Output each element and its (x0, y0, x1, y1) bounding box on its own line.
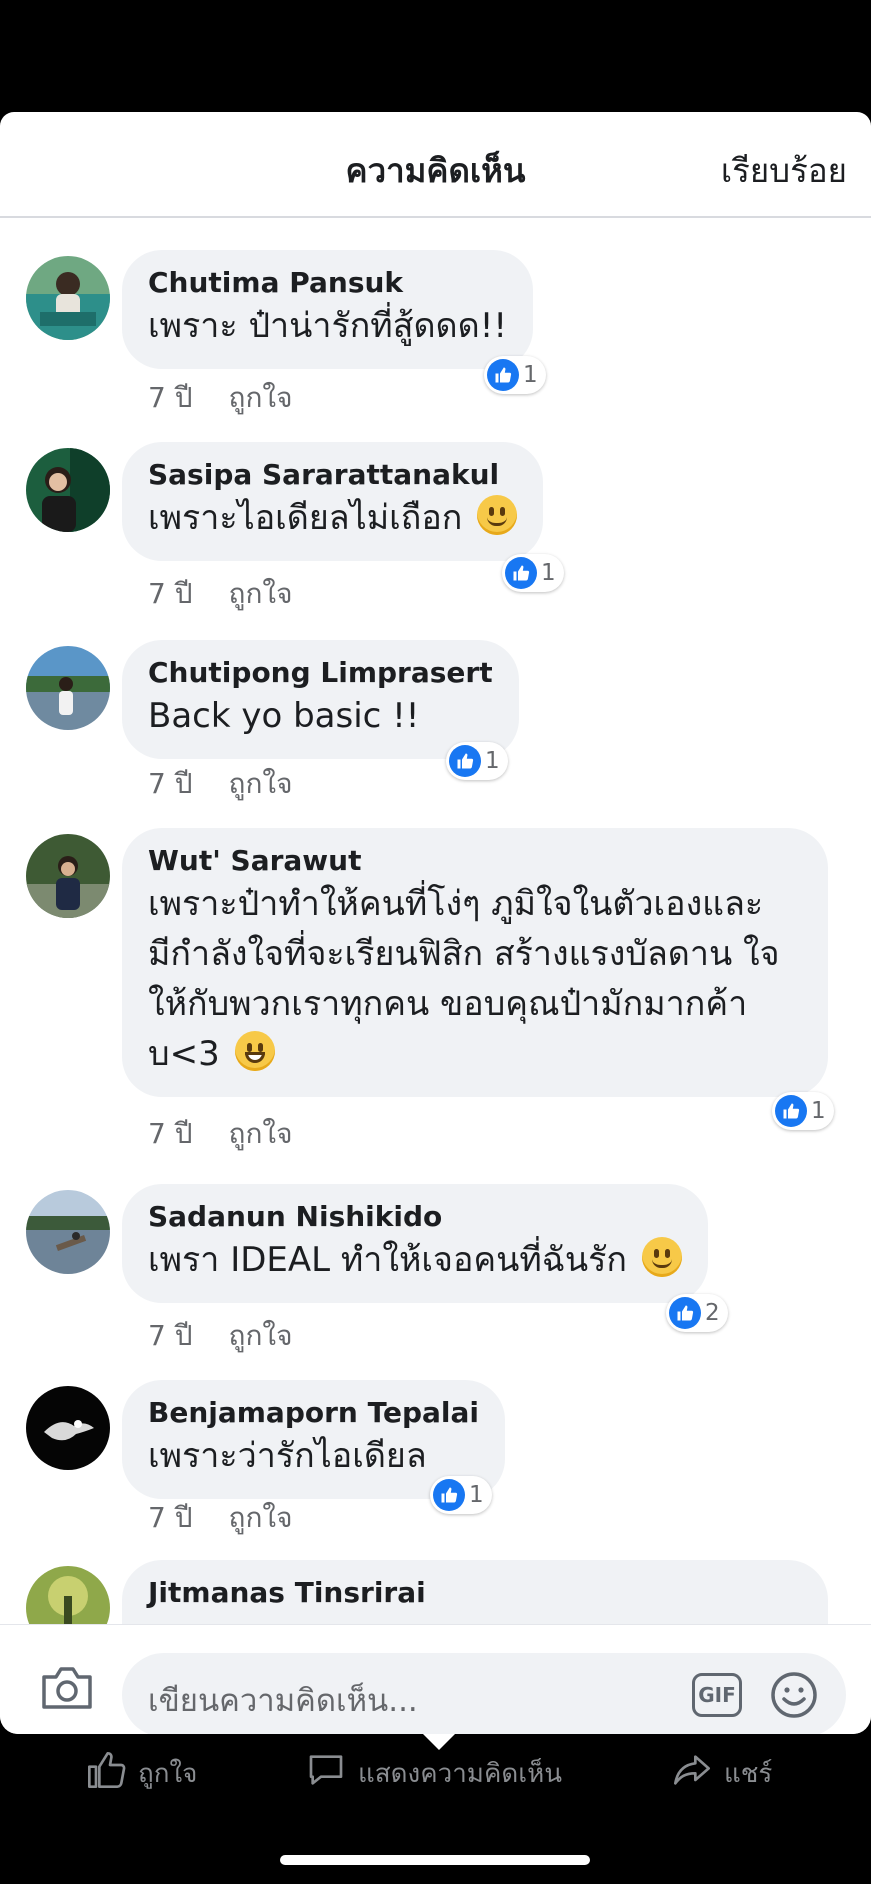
reaction-count-badge[interactable]: 1 (430, 1476, 492, 1514)
share-action-button[interactable]: แชร์ (672, 1750, 772, 1797)
share-arrow-icon (672, 1750, 712, 1797)
comment-timestamp: 7 ปี (148, 767, 193, 800)
comment-input[interactable]: เขียนความคิดเห็น... GIF (122, 1653, 846, 1734)
comment-like-link[interactable]: ถูกใจ (229, 1117, 293, 1150)
avatar[interactable] (26, 256, 110, 340)
comment-like-link[interactable]: ถูกใจ (229, 381, 293, 414)
comment-timestamp: 7 ปี (148, 1319, 193, 1352)
reaction-count-badge[interactable]: 1 (446, 742, 508, 780)
comment-text: เพราะว่ารักไอเดียล (148, 1436, 427, 1476)
thumbs-up-icon (449, 745, 481, 777)
comment-author[interactable]: Chutipong Limprasert (148, 656, 493, 689)
comment-like-link[interactable]: ถูกใจ (229, 1501, 293, 1534)
done-button[interactable]: เรียบร้อย (721, 144, 847, 197)
home-indicator[interactable] (280, 1855, 590, 1865)
comment-author[interactable]: Jitmanas Tinsrirai (148, 1576, 802, 1609)
comment-like-link[interactable]: ถูกใจ (229, 577, 293, 610)
comment-bubble[interactable]: Chutima Pansuk เพราะ ป๋าน่ารักที่สู้ดดด!… (122, 250, 533, 369)
comment-text: เพราะไอเดียลไม่เถือก (148, 493, 518, 543)
avatar[interactable] (26, 448, 110, 532)
thumbs-up-icon (669, 1297, 701, 1329)
comments-sheet: ความคิดเห็น เรียบร้อย Chutima Pansuk เพร… (0, 112, 871, 1734)
comment-author[interactable]: Benjamaporn Tepalai (148, 1396, 479, 1429)
comment-timestamp: 7 ปี (148, 577, 193, 610)
avatar[interactable] (26, 834, 110, 918)
thumbs-up-icon (433, 1479, 465, 1511)
slightly-smiling-face-icon (477, 495, 518, 535)
slightly-smiling-face-icon (641, 1237, 682, 1277)
comment-text: Back yo basic !! (148, 696, 420, 736)
avatar[interactable] (26, 1190, 110, 1274)
reaction-count-badge[interactable]: 1 (502, 554, 564, 592)
comment-author[interactable]: Sadanun Nishikido (148, 1200, 682, 1233)
comment-timestamp: 7 ปี (148, 1501, 193, 1534)
avatar[interactable] (26, 1386, 110, 1470)
gif-icon[interactable]: GIF (692, 1673, 742, 1717)
comment-text: เพรา IDEAL ทำให้เจอคนที่ฉันรัก (148, 1235, 682, 1285)
comment-meta: 7 ปี ถูกใจ (148, 1496, 292, 1540)
sheet-header: ความคิดเห็น เรียบร้อย (0, 112, 871, 218)
comment-bubble-icon (306, 1750, 346, 1797)
comment-meta: 7 ปี ถูกใจ (148, 376, 292, 420)
grinning-face-icon (234, 1031, 275, 1071)
thumbs-up-icon (487, 359, 519, 391)
comment-bubble[interactable]: Sadanun Nishikido เพรา IDEAL ทำให้เจอคนท… (122, 1184, 708, 1303)
reaction-count-badge[interactable]: 1 (772, 1092, 834, 1130)
comment-action-button[interactable]: แสดงความคิดเห็น (306, 1750, 562, 1797)
comment-meta: 7 ปี ถูกใจ (148, 762, 292, 806)
comment-list[interactable]: Chutima Pansuk เพราะ ป๋าน่ารักที่สู้ดดด!… (0, 220, 871, 1734)
like-action-label: ถูกใจ (138, 1759, 198, 1789)
comment-meta: 7 ปี ถูกใจ (148, 1314, 292, 1358)
comment-meta: 7 ปี ถูกใจ (148, 572, 292, 616)
comment-composer: เขียนความคิดเห็น... GIF (0, 1624, 871, 1734)
comment-timestamp: 7 ปี (148, 1117, 193, 1150)
thumbs-up-icon (86, 1750, 126, 1797)
comment-like-link[interactable]: ถูกใจ (229, 767, 293, 800)
smiley-icon[interactable] (770, 1671, 818, 1723)
reaction-count-badge[interactable]: 1 (484, 356, 546, 394)
comment-text: เพราะป๋าทำให้คนที่โง่ๆ ภูมิใจในตัวเองและ… (148, 884, 780, 1074)
thumbs-up-icon (505, 557, 537, 589)
sheet-pointer (423, 1734, 455, 1750)
reaction-count-badge[interactable]: 2 (666, 1294, 728, 1332)
thumbs-up-icon (775, 1095, 807, 1127)
camera-icon[interactable] (40, 1665, 94, 1715)
comment-author[interactable]: Chutima Pansuk (148, 266, 507, 299)
comment-author[interactable]: Sasipa Sararattanakul (148, 458, 517, 491)
comment-bubble[interactable]: Chutipong Limprasert Back yo basic !! (122, 640, 519, 759)
comment-meta: 7 ปี ถูกใจ (148, 1112, 292, 1156)
comment-bubble[interactable]: Wut' Sarawut เพราะป๋าทำให้คนที่โง่ๆ ภูมิ… (122, 828, 828, 1097)
comment-input-placeholder: เขียนความคิดเห็น... (148, 1683, 418, 1719)
comment-action-label: แสดงความคิดเห็น (358, 1759, 563, 1789)
share-action-label: แชร์ (724, 1759, 773, 1789)
comment-timestamp: 7 ปี (148, 381, 193, 414)
like-action-button[interactable]: ถูกใจ (86, 1750, 197, 1797)
comment-text: เพราะ ป๋าน่ารักที่สู้ดดด!! (148, 306, 507, 346)
post-action-bar: ถูกใจ แสดงความคิดเห็น แชร์ (0, 1750, 871, 1800)
comment-author[interactable]: Wut' Sarawut (148, 844, 802, 877)
avatar[interactable] (26, 646, 110, 730)
comment-bubble[interactable]: Sasipa Sararattanakul เพราะไอเดียลไม่เถื… (122, 442, 544, 561)
comment-like-link[interactable]: ถูกใจ (229, 1319, 293, 1352)
